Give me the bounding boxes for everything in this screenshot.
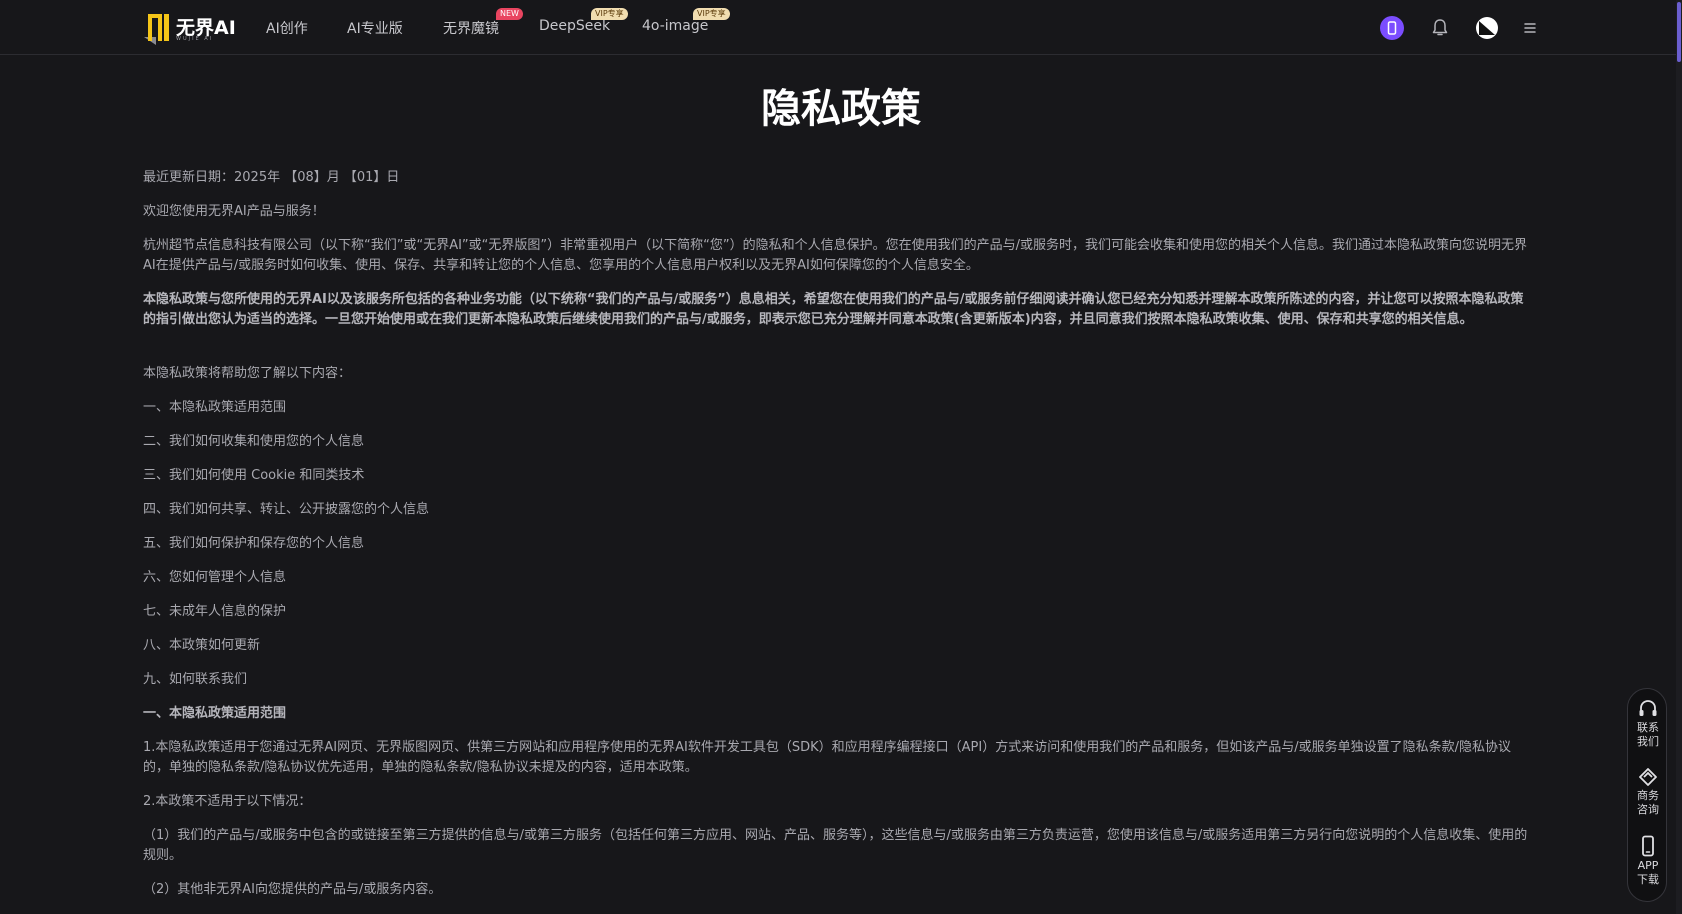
avatar[interactable] <box>1475 16 1499 40</box>
notice-paragraph: 本隐私政策与您所使用的无界AI以及该服务所包括的各种业务功能（以下统称“我们的产… <box>143 292 1524 327</box>
vip-badge: VIP专享 <box>693 8 730 20</box>
contact-us-button[interactable]: 联系 我们 <box>1628 699 1668 749</box>
app-label-2: 下载 <box>1637 873 1659 886</box>
nav-ai-create[interactable]: AI创作 <box>266 18 308 38</box>
handshake-icon <box>1639 768 1657 786</box>
nav-magic-mirror[interactable]: 无界魔镜 <box>443 18 499 38</box>
new-badge: NEW <box>496 8 523 20</box>
toc-item: 九、如何联系我们 <box>143 672 248 687</box>
contact-label-1: 联系 <box>1637 721 1659 734</box>
contact-label-2: 我们 <box>1637 735 1659 748</box>
business-inquiry-button[interactable]: 商务 咨询 <box>1628 767 1668 817</box>
updated-date: 最近更新日期：2025年 【08】月 【01】日 <box>143 170 400 185</box>
toc-item: 六、您如何管理个人信息 <box>143 570 287 585</box>
toc-intro: 本隐私政策将帮助您了解以下内容： <box>143 366 352 381</box>
toc-item: 七、未成年人信息的保护 <box>143 604 287 619</box>
phone-icon <box>1642 835 1654 857</box>
welcome-text: 欢迎您使用无界AI产品与服务！ <box>143 204 325 219</box>
intro-paragraph: 杭州超节点信息科技有限公司（以下称“我们”或“无界AI”或“无界版图”）非常重视… <box>143 238 1527 273</box>
section-paragraph: （2）其他非无界AI向您提供的产品与/或服务内容。 <box>143 882 442 897</box>
nav-4o-image[interactable]: 4o-image <box>642 18 708 34</box>
logo[interactable]: 无界AI WUJIE AI <box>142 11 242 45</box>
mobile-app-icon[interactable] <box>1380 16 1404 40</box>
page-title: 隐私政策 <box>761 86 921 132</box>
toc-item: 五、我们如何保护和保存您的个人信息 <box>143 536 365 551</box>
vip-badge: VIP专享 <box>591 8 628 20</box>
section-paragraph: 1.本隐私政策适用于您通过无界AI网页、无界版图网页、供第三方网站和应用程序使用… <box>143 740 1511 775</box>
business-label-2: 咨询 <box>1637 803 1659 816</box>
floating-side-panel: 联系 我们 商务 咨询 APP 下载 <box>1627 688 1667 902</box>
section-paragraph: （1）我们的产品与/或服务中包含的或链接至第三方提供的信息与/或第三方服务（包括… <box>143 828 1528 863</box>
scrollbar[interactable] <box>1676 0 1682 914</box>
business-label-1: 商务 <box>1637 789 1659 802</box>
menu-icon[interactable] <box>1518 16 1542 40</box>
app-download-button[interactable]: APP 下载 <box>1628 835 1668 887</box>
toc-item: 四、我们如何共享、转让、公开披露您的个人信息 <box>143 502 430 517</box>
toc-item: 一、本隐私政策适用范围 <box>143 400 287 415</box>
logo-mark-icon <box>144 14 169 45</box>
section-title: 一、本隐私政策适用范围 <box>143 706 287 721</box>
nav-ai-pro[interactable]: AI专业版 <box>347 18 403 38</box>
app-label-1: APP <box>1637 859 1659 872</box>
nav-deepseek[interactable]: DeepSeek <box>539 18 610 34</box>
toc-item: 二、我们如何收集和使用您的个人信息 <box>143 434 365 449</box>
scrollbar-thumb[interactable] <box>1677 2 1681 62</box>
bell-icon[interactable] <box>1428 16 1452 40</box>
headset-icon <box>1639 700 1657 716</box>
toc-item: 三、我们如何使用 Cookie 和同类技术 <box>143 468 365 483</box>
toc-item: 八、本政策如何更新 <box>143 638 261 653</box>
section-paragraph: 2.本政策不适用于以下情况： <box>143 794 312 809</box>
logo-subtext: WUJIE AI <box>176 36 214 42</box>
top-navbar: 无界AI WUJIE AI AI创作 AI专业版 无界魔镜 NEW DeepSe… <box>0 0 1682 55</box>
